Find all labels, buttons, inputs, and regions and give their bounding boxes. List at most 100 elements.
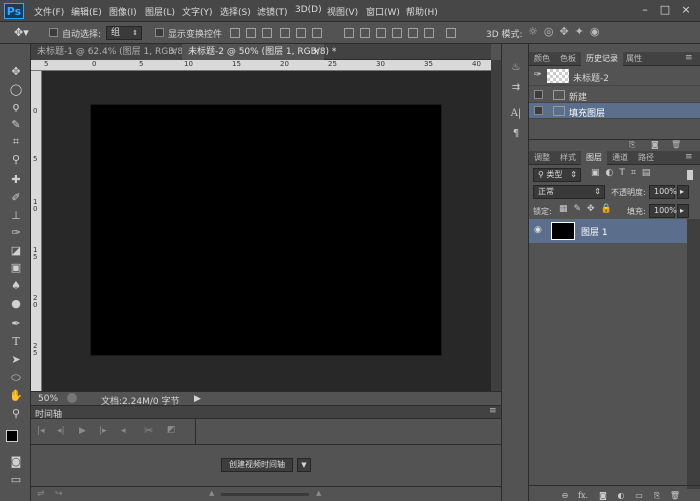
lock-icons[interactable]: ▦✎✥🔒 (559, 204, 618, 214)
opacity-input[interactable]: 100% (649, 185, 677, 199)
path-select-tool-icon[interactable]: ➤ (7, 352, 25, 368)
tab-paths[interactable]: 路径 (633, 151, 659, 165)
panel-menu-icon[interactable]: ≡ (685, 152, 693, 162)
dodge-tool-icon[interactable]: ● (7, 296, 25, 312)
screen-mode-icon[interactable]: ▭ (7, 472, 25, 488)
shape-tool-icon[interactable]: ⬭ (7, 370, 25, 386)
move-tool-preset-icon[interactable]: ✥▾ (14, 26, 29, 39)
new-group-icon[interactable]: ▭ (633, 491, 645, 501)
timeline-track-area[interactable] (196, 419, 501, 445)
crop-tool-icon[interactable]: ⌗ (7, 134, 25, 150)
brush-tool-icon[interactable]: ✐ (7, 190, 25, 206)
status-menu-arrow[interactable]: ▶ (194, 394, 201, 404)
create-timeline-dropdown[interactable]: ▼ (297, 458, 311, 472)
history-panel-icon[interactable]: ♨ (508, 60, 524, 76)
tab-adjustments[interactable]: 调整 (529, 151, 555, 165)
align-right-icon[interactable] (312, 28, 322, 38)
zoom-level[interactable]: 50% (38, 394, 58, 404)
link-layers-icon[interactable]: ⊖ (559, 491, 571, 501)
vertical-scrollbar[interactable] (491, 60, 501, 391)
menu-type[interactable]: 文字(Y) (182, 5, 213, 18)
menu-image[interactable]: 图像(I) (109, 5, 137, 18)
auto-select-dropdown[interactable]: 组 ⇕ (106, 26, 142, 40)
history-checkbox[interactable] (534, 106, 543, 115)
eyedropper-tool-icon[interactable]: ⚲ (7, 152, 25, 168)
tab-styles[interactable]: 样式 (555, 151, 581, 165)
visibility-eye-icon[interactable]: ◉ (534, 225, 542, 235)
tab-document-2[interactable]: 未标题-2 @ 50% (图层 1, RGB/8) * × (182, 44, 336, 60)
close-window-button[interactable]: × (677, 2, 695, 18)
eraser-tool-icon[interactable]: ◪ (7, 243, 25, 259)
maximize-button[interactable]: □ (656, 2, 674, 18)
lasso-tool-icon[interactable]: ϙ (7, 99, 25, 115)
tab-swatches[interactable]: 色板 (555, 52, 581, 66)
paragraph-panel-icon[interactable]: ¶ (508, 126, 524, 142)
history-brush-tool-icon[interactable]: ✑ (7, 225, 25, 241)
fx-icon[interactable]: fx. (577, 491, 589, 501)
hand-tool-icon[interactable]: ✋ (7, 388, 25, 404)
brush-source-icon[interactable]: ✑ (534, 70, 542, 80)
align-left-icon[interactable] (280, 28, 290, 38)
tab-document-1[interactable]: 未标题-1 @ 62.4% (图层 1, RGB/8) * × (31, 44, 194, 60)
layer-filter-dropdown[interactable]: ⚲ 类型 ⇕ (533, 168, 581, 182)
panel-menu-icon[interactable]: ≡ (489, 406, 497, 416)
blur-tool-icon[interactable]: ♠ (7, 278, 25, 294)
prev-frame-icon[interactable]: ◂| (57, 426, 65, 436)
layer-filter-icons[interactable]: ▣◐T⌗▤ (591, 168, 656, 178)
menu-layer[interactable]: 图层(L) (145, 5, 175, 18)
new-layer-icon[interactable]: ⎘ (651, 491, 663, 501)
menu-file[interactable]: 文件(F) (34, 5, 64, 18)
distribute-bottom-icon[interactable] (376, 28, 386, 38)
foreground-color-swatch[interactable] (6, 430, 18, 442)
adjustment-layer-icon[interactable]: ◐ (615, 491, 627, 501)
history-checkbox[interactable] (534, 90, 543, 99)
clone-stamp-tool-icon[interactable]: ⊥ (7, 208, 25, 224)
render-icon[interactable]: ↪ (55, 489, 63, 499)
blend-mode-dropdown[interactable]: 正常 ⇕ (533, 185, 605, 199)
layer-mask-icon[interactable]: ◙ (597, 491, 609, 501)
auto-select-checkbox[interactable] (49, 28, 58, 37)
trash-icon[interactable]: 🗑 (671, 140, 681, 149)
menu-edit[interactable]: 编辑(E) (71, 5, 102, 18)
adjustments-panel-icon[interactable]: ⇉ (508, 80, 524, 96)
next-frame-icon[interactable]: |▸ (99, 426, 107, 436)
tab-color[interactable]: 颜色 (529, 52, 555, 66)
layers-scrollbar[interactable] (687, 219, 700, 489)
zoom-slider-track[interactable] (221, 493, 309, 496)
gradient-tool-icon[interactable]: ▣ (7, 260, 25, 276)
type-tool-icon[interactable]: T (7, 334, 25, 350)
opacity-slider-button[interactable]: ▸ (677, 185, 689, 199)
layer-row[interactable]: ◉ 图层 1 (529, 219, 687, 243)
auto-align-icon[interactable] (446, 28, 456, 38)
menu-select[interactable]: 选择(S) (220, 5, 251, 18)
delete-layer-icon[interactable]: 🗑 (669, 491, 681, 501)
distribute-hcenter-icon[interactable] (408, 28, 418, 38)
quick-mask-icon[interactable]: ◙ (7, 454, 25, 470)
first-frame-icon[interactable]: |◂ (37, 426, 45, 436)
tab-history[interactable]: 历史记录 (581, 52, 623, 66)
distribute-vcenter-icon[interactable] (360, 28, 370, 38)
tab-layers[interactable]: 图层 (581, 151, 607, 165)
history-item-selected[interactable]: 填充图层 (529, 103, 700, 119)
3d-mode-icons[interactable]: ☼◎✥✦◉ (528, 25, 606, 38)
menu-view[interactable]: 视图(V) (327, 5, 358, 18)
history-item[interactable]: 新建 (529, 87, 700, 103)
convert-icon[interactable]: ⇌ (37, 489, 45, 499)
fill-input[interactable]: 100% (649, 204, 677, 218)
close-icon[interactable]: × (169, 44, 177, 60)
distribute-right-icon[interactable] (424, 28, 434, 38)
move-tool-icon[interactable]: ✥ (7, 64, 25, 80)
distribute-top-icon[interactable] (344, 28, 354, 38)
show-transform-checkbox[interactable] (155, 28, 164, 37)
camera-icon[interactable]: ◙ (651, 140, 659, 149)
transition-icon[interactable]: ◩ (167, 425, 176, 435)
pen-tool-icon[interactable]: ✒ (7, 316, 25, 332)
align-bottom-icon[interactable] (262, 28, 272, 38)
filter-toggle[interactable] (687, 170, 693, 180)
align-top-icon[interactable] (230, 28, 240, 38)
minimize-button[interactable]: – (636, 2, 654, 18)
marquee-tool-icon[interactable]: ◯ (7, 82, 25, 98)
new-document-from-state-icon[interactable]: ⎘ (629, 140, 635, 150)
healing-brush-tool-icon[interactable]: ✚ (7, 172, 25, 188)
panel-menu-icon[interactable]: ≡ (685, 53, 693, 63)
